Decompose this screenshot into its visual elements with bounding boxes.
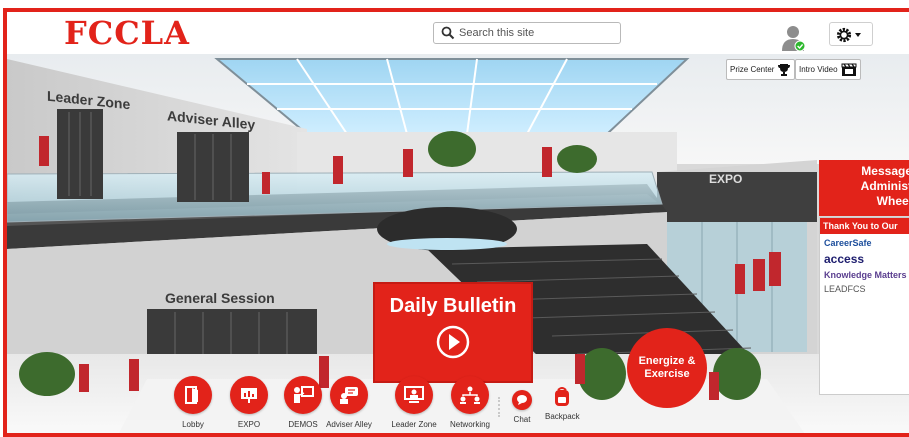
- app-frame: FCCLA Search this site Prize Center Intr…: [0, 0, 909, 437]
- page-border: [3, 8, 909, 437]
